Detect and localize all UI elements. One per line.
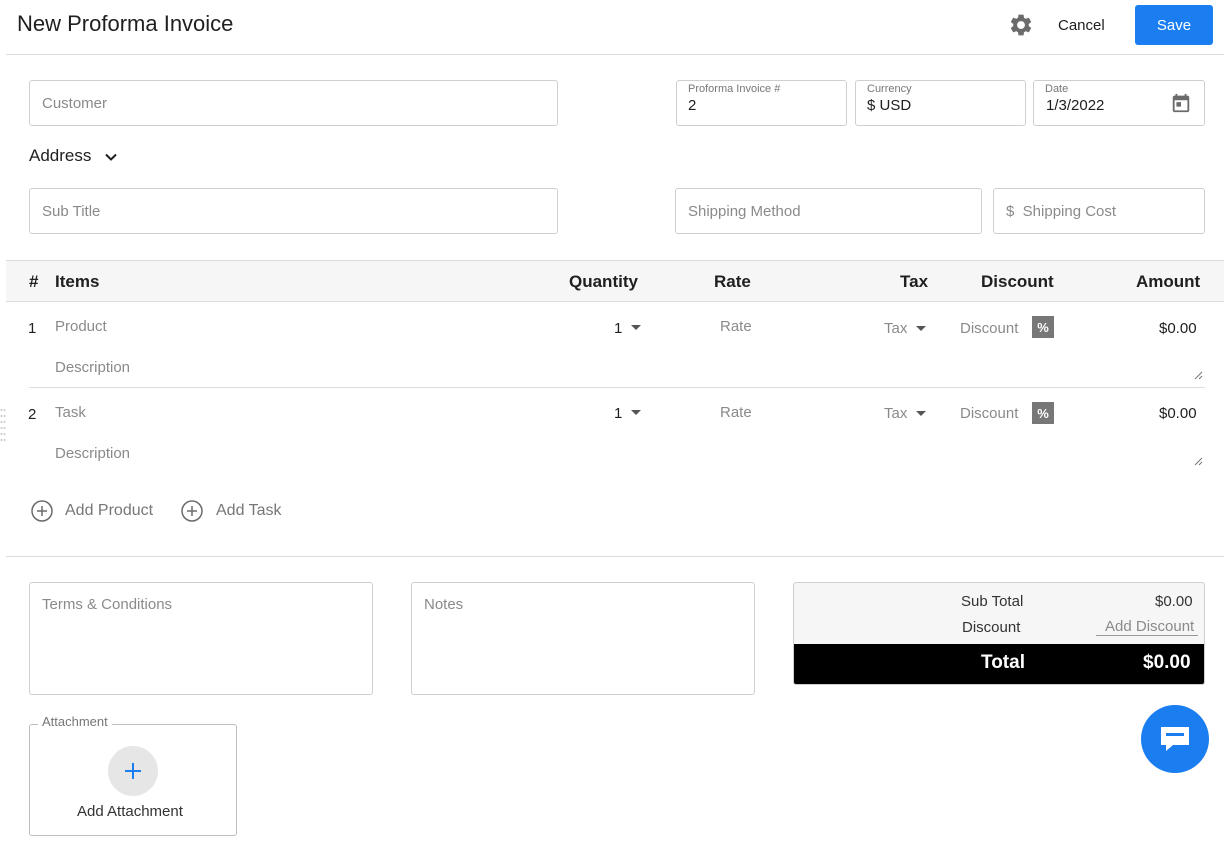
currency-field[interactable]: Currency $ USD	[855, 80, 1026, 126]
discount-type-toggle[interactable]: %	[1032, 316, 1054, 338]
item-description-input[interactable]: Description	[55, 445, 130, 462]
total-bar: Total $0.00	[794, 644, 1204, 684]
row-divider	[29, 387, 1205, 388]
tax-select[interactable]: Tax	[884, 405, 907, 422]
header-items: Items	[55, 272, 100, 291]
discount-label: Discount	[962, 619, 1021, 636]
rate-input[interactable]: Rate	[720, 318, 752, 335]
page-title: New Proforma Invoice	[17, 11, 234, 36]
notes-textarea[interactable]: Notes	[411, 582, 755, 695]
add-task-label: Add Task	[216, 502, 282, 519]
header-tax: Tax	[900, 272, 929, 291]
caret-down-icon[interactable]	[631, 410, 641, 415]
resize-grip-icon[interactable]	[0, 407, 6, 441]
discount-input[interactable]: Discount	[960, 405, 1018, 422]
shipping-cost-input[interactable]: $ Shipping Cost	[993, 188, 1205, 234]
notes-placeholder: Notes	[424, 596, 464, 613]
currency-label: Currency	[867, 83, 912, 95]
caret-down-icon[interactable]	[916, 326, 926, 331]
terms-textarea[interactable]: Terms & Conditions	[29, 582, 373, 695]
date-label: Date	[1045, 83, 1069, 95]
date-value: 1/3/2022	[1046, 97, 1105, 114]
add-product-button[interactable]: Add Product	[31, 500, 161, 524]
rate-input[interactable]: Rate	[720, 404, 752, 421]
attachment-label: Attachment	[38, 714, 112, 729]
plus-circle-icon	[31, 500, 53, 522]
subtitle-input[interactable]: Sub Title	[29, 188, 558, 234]
total-value: $0.00	[1143, 652, 1191, 673]
row-number: 2	[28, 406, 37, 423]
header-discount: Discount	[981, 272, 1054, 291]
currency-value: $ USD	[867, 97, 912, 114]
cancel-button[interactable]: Cancel	[1058, 13, 1105, 37]
subtotal-value: $0.00	[1155, 593, 1193, 610]
header-quantity: Quantity	[569, 272, 638, 291]
section-divider	[6, 556, 1224, 557]
discount-type-toggle[interactable]: %	[1032, 402, 1054, 424]
caret-down-icon[interactable]	[916, 411, 926, 416]
add-task-button[interactable]: Add Task	[181, 500, 291, 524]
add-discount-input[interactable]: Add Discount	[1096, 618, 1198, 636]
customer-placeholder: Customer	[42, 95, 108, 112]
items-table-header: # Items Quantity Rate Tax Discount Amoun…	[6, 260, 1224, 302]
header-amount: Amount	[1136, 272, 1201, 291]
date-field[interactable]: Date 1/3/2022	[1033, 80, 1205, 126]
resize-handle-icon[interactable]	[1193, 453, 1203, 466]
customer-input[interactable]: Customer	[29, 80, 558, 126]
shipping-cost-placeholder: $ Shipping Cost	[1006, 203, 1117, 220]
caret-down-icon[interactable]	[631, 325, 641, 330]
subtitle-placeholder: Sub Title	[42, 203, 101, 220]
add-product-label: Add Product	[65, 502, 154, 519]
quantity-value[interactable]: 1	[614, 320, 622, 337]
invoice-number-label: Proforma Invoice #	[688, 83, 781, 95]
chat-icon[interactable]	[1141, 705, 1209, 773]
shipping-method-input[interactable]: Shipping Method	[675, 188, 982, 234]
item-name-input[interactable]: Product	[55, 318, 107, 335]
discount-input[interactable]: Discount	[960, 320, 1018, 337]
calendar-icon[interactable]	[1170, 92, 1192, 114]
invoice-number-value: 2	[688, 97, 697, 114]
address-toggle[interactable]: Address	[29, 146, 91, 166]
row-amount: $0.00	[1159, 405, 1197, 422]
shipping-method-placeholder: Shipping Method	[688, 203, 801, 220]
item-description-input[interactable]: Description	[55, 359, 130, 376]
tax-select[interactable]: Tax	[884, 320, 907, 337]
subtotal-label: Sub Total	[961, 593, 1024, 610]
header-num: #	[29, 272, 39, 291]
quantity-value[interactable]: 1	[614, 405, 622, 422]
item-name-input[interactable]: Task	[55, 404, 86, 421]
save-button[interactable]: Save	[1135, 5, 1213, 45]
chevron-down-icon[interactable]	[104, 150, 118, 164]
resize-handle-icon[interactable]	[1193, 367, 1203, 380]
add-attachment-label[interactable]: Add Attachment	[77, 803, 183, 820]
invoice-number-field[interactable]: Proforma Invoice # 2	[676, 80, 847, 126]
total-label: Total	[981, 652, 1025, 673]
plus-circle-icon	[181, 500, 203, 522]
row-amount: $0.00	[1159, 320, 1197, 337]
totals-panel: Sub Total $0.00 Discount Add Discount To…	[793, 582, 1205, 685]
gear-icon[interactable]	[1008, 12, 1034, 38]
add-attachment-plus-icon[interactable]	[108, 746, 158, 796]
terms-placeholder: Terms & Conditions	[42, 596, 173, 613]
row-number: 1	[28, 320, 37, 337]
header-rate: Rate	[714, 272, 751, 291]
